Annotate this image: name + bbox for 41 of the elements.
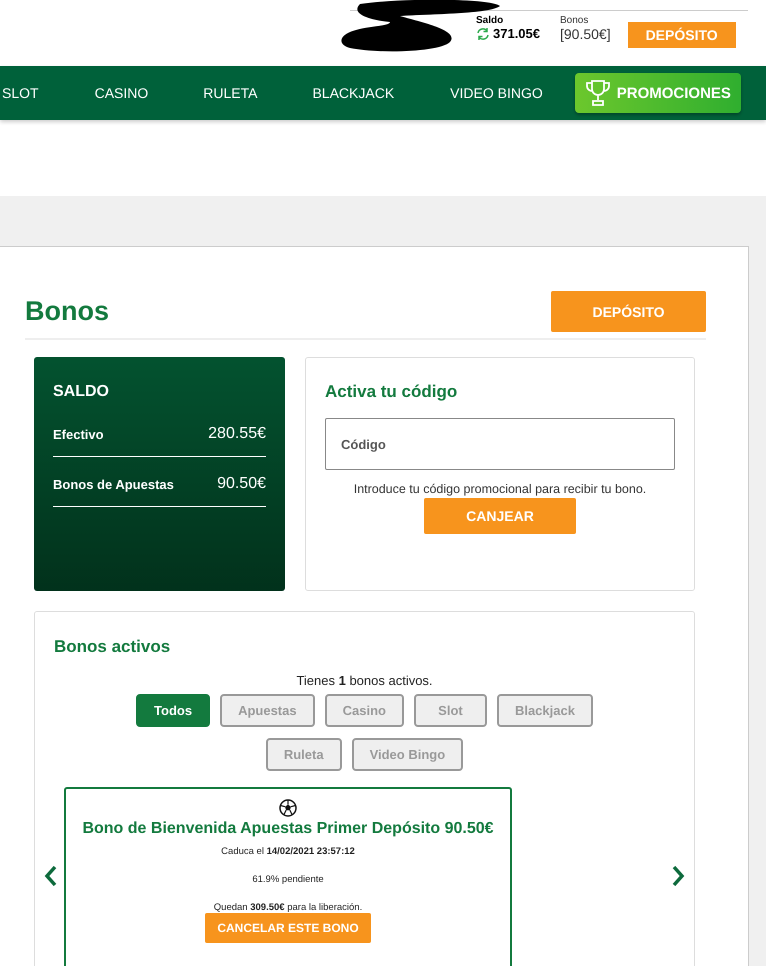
filter-tab[interactable]: Ruleta <box>266 738 342 771</box>
promotions-button[interactable]: PROMOCIONES <box>574 73 741 113</box>
balance-value: 90.50€ <box>217 475 266 493</box>
expiry-text: Caduca el 14/02/2021 23:57:12 <box>221 846 355 857</box>
filter-tab[interactable]: Todos <box>136 694 210 727</box>
pending-text: 61.9% pendiente <box>252 874 324 885</box>
deposit-button[interactable]: DEPÓSITO <box>551 291 706 332</box>
filter-tab[interactable]: Apuestas <box>220 694 315 727</box>
filter-tab[interactable]: Casino <box>324 694 404 727</box>
bonus-title: Bono de Bienvenida Apuestas Primer Depósito 90.50€ <box>82 820 494 838</box>
code-input-field[interactable]: Código <box>325 418 675 470</box>
cancel-bonus-button[interactable]: CANCELAR ESTE BONO <box>205 913 371 943</box>
nav-link[interactable]: BLACKJACK <box>310 85 394 101</box>
balance-amount: 371.05€ <box>493 26 540 41</box>
redeem-button[interactable]: CANJEAR <box>424 498 576 534</box>
balance-label: Saldo <box>476 15 504 26</box>
soccer-ball-icon <box>279 799 297 817</box>
bonus-amount: [90.50€] <box>560 26 611 42</box>
nav-link[interactable]: RULETA <box>201 85 258 101</box>
page-title: Bonos <box>25 296 109 327</box>
nav-link[interactable]: VIDEO BINGO <box>448 85 543 101</box>
trophy-icon <box>584 79 611 107</box>
balance-label: Bonos de Apuestas <box>53 476 174 492</box>
chevron-right-icon[interactable] <box>671 865 685 887</box>
refresh-icon[interactable] <box>476 26 490 40</box>
card-title: SALDO <box>53 383 110 401</box>
bonus-label: Bonos <box>560 15 590 26</box>
summary-text: Tienes 1 bonos activos. <box>295 673 434 688</box>
card-title: Activa tu código <box>325 382 458 402</box>
card-title: Bonos activos <box>54 637 172 657</box>
filter-tab[interactable]: Slot <box>414 694 487 727</box>
chevron-left-icon[interactable] <box>44 865 58 887</box>
nav-link[interactable]: SLOT <box>0 85 39 101</box>
filter-tab[interactable]: Video Bingo <box>352 738 464 771</box>
hint-text: Introduce tu código promocional para recibir tu bono. <box>354 482 646 496</box>
balance-label: Efectivo <box>53 426 104 442</box>
deposit-button[interactable]: DEPÓSITO <box>628 22 736 48</box>
nav-link[interactable]: CASINO <box>92 85 148 101</box>
remaining-text: Quedan 309.50€ para la liberación. <box>214 902 362 913</box>
balance-value: 280.55€ <box>208 425 266 443</box>
filter-tab[interactable]: Blackjack <box>496 694 593 727</box>
